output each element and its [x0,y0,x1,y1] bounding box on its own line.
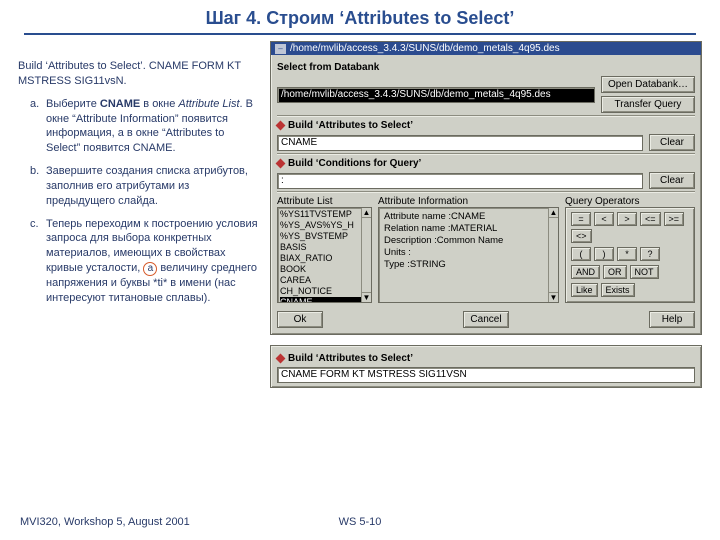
op-and[interactable]: AND [571,265,600,279]
intro-line: Build ‘Attributes to Select’. CNAME FORM… [18,59,258,89]
op-qmark[interactable]: ? [640,247,660,261]
op-not[interactable]: NOT [630,265,659,279]
list-item[interactable]: CAREA [280,275,369,286]
sysmenu-icon[interactable]: – [275,44,286,54]
snippet-label: Build ‘Attributes to Select’ [277,353,695,364]
attr-info-heading: Attribute Information [378,196,559,207]
build-attrs-snippet: Build ‘Attributes to Select’ CNAME FORM … [270,345,702,388]
list-item[interactable]: BIAX_RATIO [280,253,369,264]
slide-title: Шаг 4. Строим ‘Attributes to Select’ [0,0,720,33]
open-databank-button[interactable]: Open Databank… [601,76,695,93]
list-item[interactable]: CH_NOTICE [280,286,369,297]
scroll-up-icon[interactable]: ▲ [549,208,558,218]
query-ops-heading: Query Operators [565,196,695,207]
info-line: Type :STRING [384,259,553,271]
scroll-down-icon[interactable]: ▼ [549,292,558,302]
ok-button[interactable]: Ok [277,311,323,328]
op-star[interactable]: * [617,247,637,261]
step-c: c. Теперь переходим к построению условия… [32,217,258,306]
op-gt[interactable]: > [617,212,637,226]
titlebar[interactable]: – /home/mvlib/access_3.4.3/SUNS/db/demo_… [271,42,701,55]
op-le[interactable]: <= [640,212,661,226]
list-item[interactable]: %YS11TVSTEMP [280,209,369,220]
op-eq[interactable]: = [571,212,591,226]
op-like[interactable]: Like [571,283,598,297]
op-ne[interactable]: <> [571,229,592,243]
main-window: – /home/mvlib/access_3.4.3/SUNS/db/demo_… [270,41,702,335]
scroll-up-icon[interactable]: ▲ [362,208,371,218]
diamond-icon [276,159,286,169]
scroll-down-icon[interactable]: ▼ [362,292,371,302]
circled-a: а [143,262,157,276]
databank-path-field[interactable]: /home/mvlib/access_3.4.3/SUNS/db/demo_me… [277,87,595,103]
cond-field[interactable]: : [277,173,643,189]
step-c-marker: c. [30,217,39,232]
list-item[interactable]: BOOK [280,264,369,275]
info-line: Relation name :MATERIAL [384,223,553,235]
list-item[interactable]: BASIS [280,242,369,253]
diamond-icon [276,354,286,364]
list-item-selected[interactable]: CNAME [280,297,369,303]
instruction-text: Build ‘Attributes to Select’. CNAME FORM… [18,41,258,388]
diamond-icon [276,121,286,131]
scrollbar[interactable]: ▲ ▼ [361,208,371,302]
step-a: a. Выберите CNAME в окне Attribute List.… [32,97,258,156]
footer-center: WS 5-10 [339,516,382,528]
op-rparen[interactable]: ) [594,247,614,261]
step-a-marker: a. [30,97,39,112]
step-b-marker: b. [30,164,39,179]
query-operators: = < > <= >= <> ( ) * ? [565,207,695,303]
build-cond-label: Build ‘Conditions for Query’ [277,158,695,169]
divider [24,33,696,35]
transfer-query-button[interactable]: Transfer Query [601,96,695,113]
attribute-info: Attribute name :CNAME Relation name :MAT… [378,207,559,303]
attrs-field[interactable]: CNAME [277,135,643,151]
attribute-list[interactable]: %YS11TVSTEMP %YS_AVS%YS_H %YS_BVSTEMP BA… [277,207,372,303]
op-ge[interactable]: >= [664,212,685,226]
select-from-label: Select from Databank [277,62,695,73]
footer-left: MVI320, Workshop 5, August 2001 [20,516,190,528]
list-item[interactable]: %YS_BVSTEMP [280,231,369,242]
clear-cond-button[interactable]: Clear [649,172,695,189]
clear-attrs-button[interactable]: Clear [649,134,695,151]
op-lparen[interactable]: ( [571,247,591,261]
step-b: b. Завершите создания списка атрибутов, … [32,164,258,209]
op-exists[interactable]: Exists [601,283,635,297]
op-or[interactable]: OR [603,265,627,279]
attr-list-heading: Attribute List [277,196,372,207]
cancel-button[interactable]: Cancel [463,311,509,328]
info-line: Attribute name :CNAME [384,211,553,223]
snippet-field[interactable]: CNAME FORM KT MSTRESS SIG11VSN [277,367,695,383]
help-button[interactable]: Help [649,311,695,328]
op-lt[interactable]: < [594,212,614,226]
scrollbar[interactable]: ▲ ▼ [548,208,558,302]
window-title: /home/mvlib/access_3.4.3/SUNS/db/demo_me… [290,43,560,54]
info-line: Units : [384,247,553,259]
build-attrs-label: Build ‘Attributes to Select’ [277,120,695,131]
list-item[interactable]: %YS_AVS%YS_H [280,220,369,231]
info-line: Description :Common Name [384,235,553,247]
